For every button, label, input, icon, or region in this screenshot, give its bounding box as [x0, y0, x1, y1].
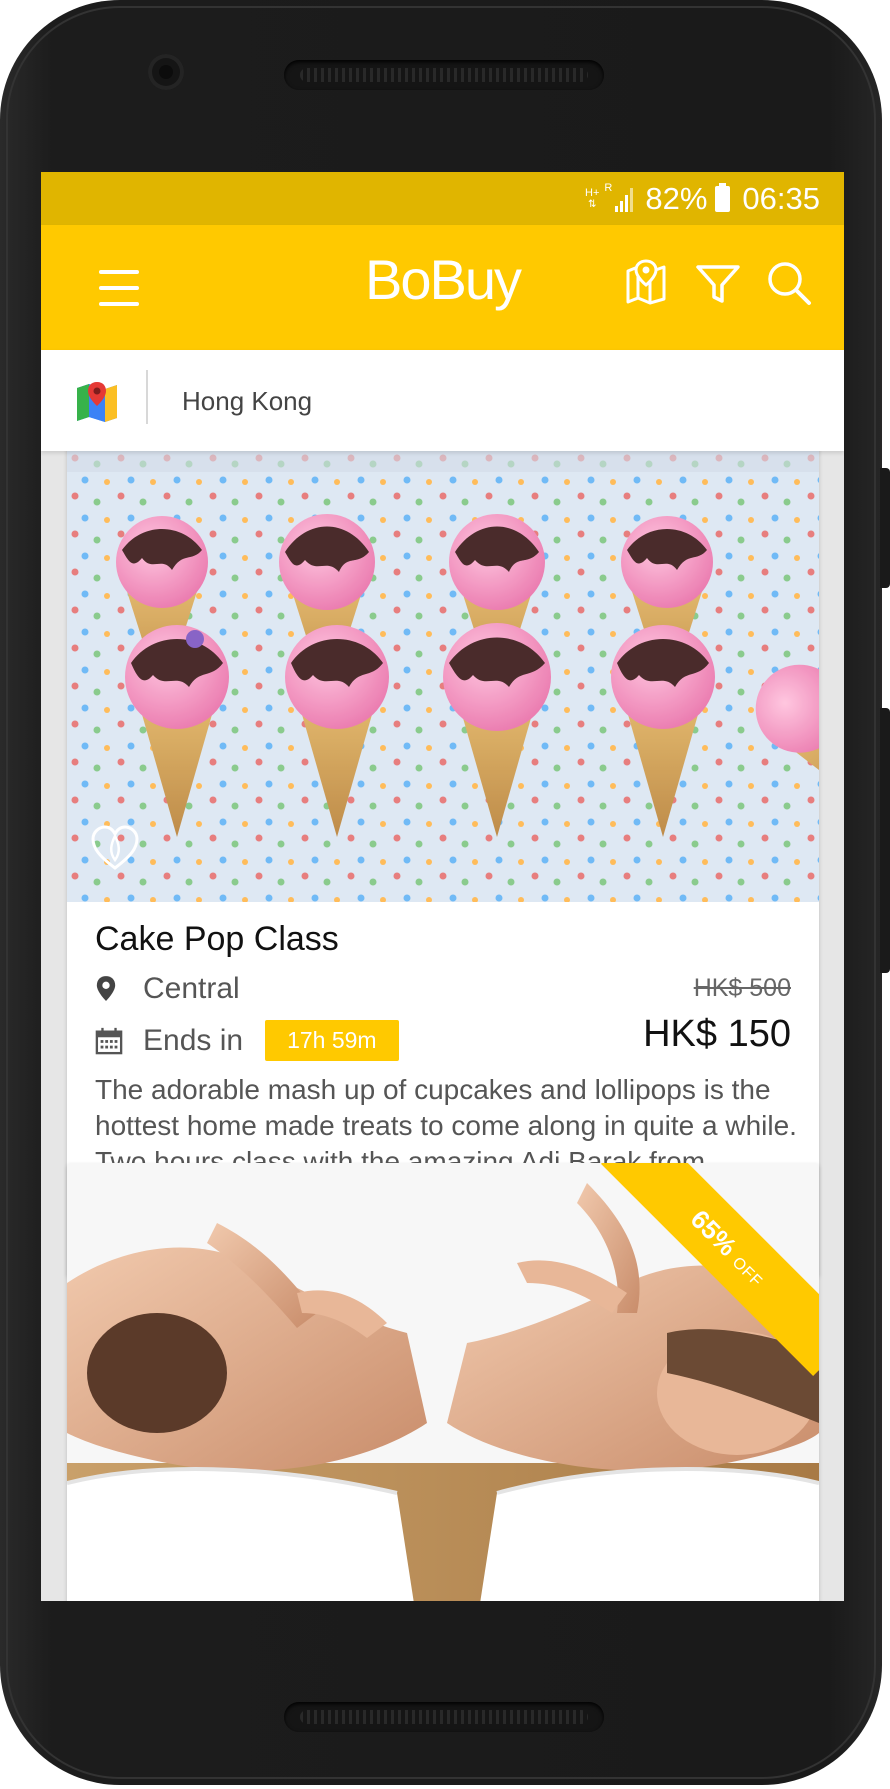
phone-frame: H+ ⇅ R 82% 06:35 BoBuy Hong Kong Cake Po… — [0, 0, 890, 1789]
location-bar[interactable]: Hong Kong — [41, 350, 844, 451]
bottom-speaker — [284, 1702, 604, 1732]
discount-suffix: OFF — [728, 1254, 766, 1291]
signal-icon: R — [604, 182, 634, 212]
app-bar: BoBuy — [41, 225, 844, 350]
screen: H+ ⇅ R 82% 06:35 BoBuy Hong Kong Cake Po… — [41, 172, 844, 1601]
discount-value: 65% — [684, 1203, 743, 1262]
heart-icon[interactable] — [89, 824, 141, 872]
map-icon[interactable] — [620, 257, 672, 309]
ends-label: Ends in — [143, 1023, 244, 1057]
deal-card[interactable]: 65%OFF — [67, 1163, 819, 1601]
divider — [146, 370, 148, 424]
battery-icon — [715, 183, 731, 212]
deal-title: Cake Pop Class — [95, 920, 339, 958]
volume-button — [880, 468, 890, 588]
cake-pop-image — [67, 412, 819, 902]
top-speaker — [284, 60, 604, 90]
deal-location: Central — [143, 972, 240, 1005]
network-indicator: H+ ⇅ — [585, 187, 600, 210]
filter-icon[interactable] — [692, 257, 744, 309]
deal-location-row: Central — [95, 972, 240, 1006]
power-button — [880, 708, 890, 973]
clock: 06:35 — [742, 181, 820, 216]
countdown-badge: 17h 59m — [265, 1020, 399, 1061]
battery-percent: 82% — [645, 181, 708, 216]
original-price: HK$ 500 — [693, 974, 791, 1002]
deal-price: HK$ 150 — [643, 1013, 791, 1055]
search-icon[interactable] — [763, 257, 815, 309]
location-label[interactable]: Hong Kong — [182, 386, 312, 417]
front-camera — [148, 54, 184, 90]
deal-timer-row: Ends in 17h 59m — [95, 1020, 399, 1061]
maps-app-icon — [77, 382, 117, 422]
heart-icon[interactable] — [89, 1545, 141, 1593]
status-bar: H+ ⇅ R 82% 06:35 — [41, 172, 844, 225]
pin-icon — [96, 976, 116, 1001]
calendar-icon — [95, 1027, 123, 1054]
deal-card[interactable]: Cake Pop Class Central HK$ 500 Ends in 1… — [67, 412, 819, 1276]
